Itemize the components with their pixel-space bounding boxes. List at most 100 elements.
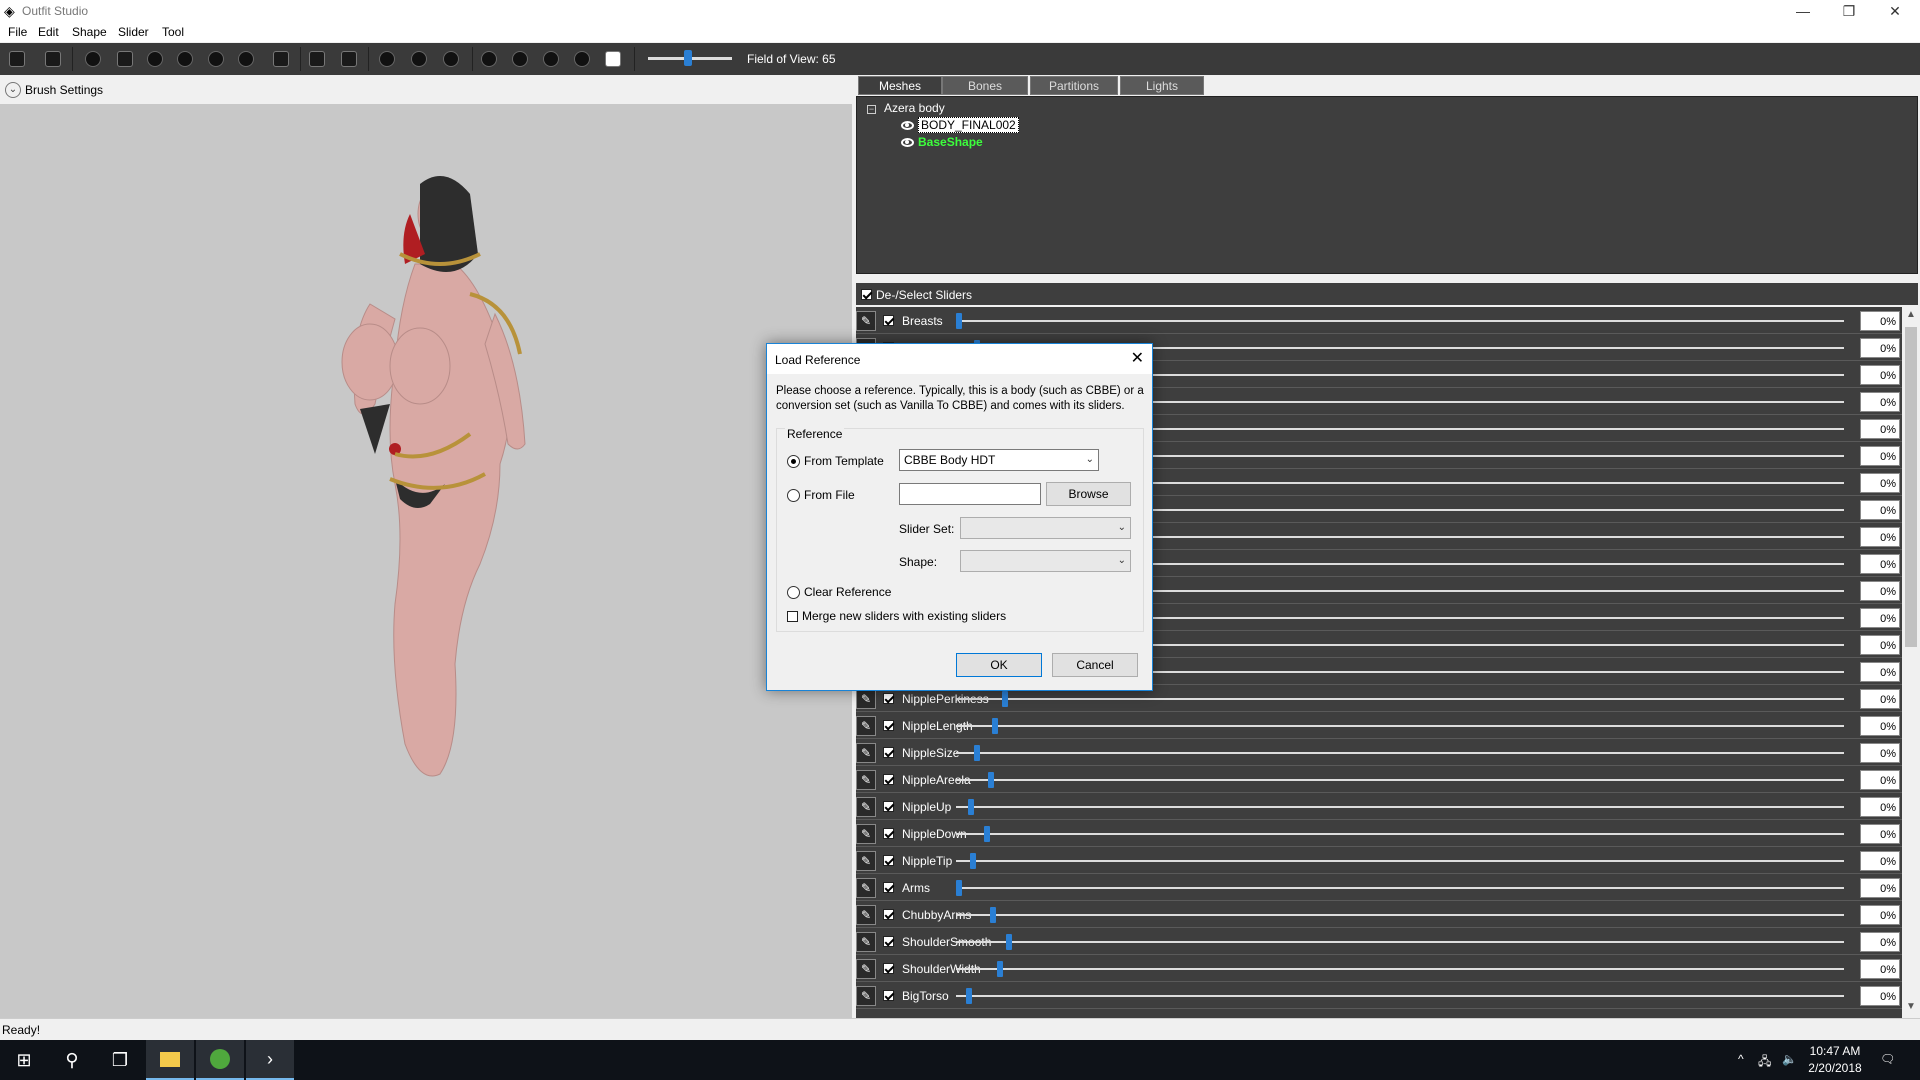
merge-sliders-checkbox[interactable] <box>787 610 798 622</box>
shape-dropdown[interactable]: ⌄ <box>960 550 1131 572</box>
outfit-studio-taskbar-icon[interactable]: › <box>246 1040 294 1080</box>
edit-slider-pen-icon[interactable]: ✎ <box>856 986 876 1006</box>
slider-value-field[interactable]: 0% <box>1860 419 1900 439</box>
slider-knob[interactable] <box>991 718 998 734</box>
slider-value-field[interactable]: 0% <box>1860 554 1900 574</box>
slider-track[interactable] <box>956 968 1844 970</box>
slider-value-field[interactable]: 0% <box>1860 365 1900 385</box>
tree-root[interactable]: − Azera body <box>867 101 945 115</box>
slider-value-field[interactable]: 0% <box>1860 662 1900 682</box>
slider-value-field[interactable]: 0% <box>1860 500 1900 520</box>
slider-checkbox[interactable] <box>883 720 894 731</box>
search-icon[interactable]: ⚲ <box>48 1040 96 1080</box>
slider-checkbox[interactable] <box>883 963 894 974</box>
clear-reference-option[interactable]: Clear Reference <box>787 585 891 599</box>
slider-track[interactable] <box>956 779 1844 781</box>
x-mirror-icon[interactable] <box>374 47 400 71</box>
slider-checkbox[interactable] <box>883 855 894 866</box>
from-file-radio[interactable] <box>787 488 800 502</box>
menu-shape[interactable]: Shape <box>72 25 107 39</box>
close-button[interactable]: ✕ <box>1872 0 1918 22</box>
slider-knob[interactable] <box>989 907 996 923</box>
pen-tool-icon[interactable] <box>336 47 362 71</box>
slider-scrollbar[interactable]: ▲ ▼ <box>1902 307 1920 1018</box>
edit-slider-pen-icon[interactable]: ✎ <box>856 797 876 817</box>
slider-track[interactable] <box>956 914 1844 916</box>
slider-value-field[interactable]: 0% <box>1860 473 1900 493</box>
rotate-tool-icon[interactable] <box>304 47 330 71</box>
slider-value-field[interactable]: 0% <box>1860 797 1900 817</box>
from-file-option[interactable]: From File <box>787 488 855 502</box>
menu-slider[interactable]: Slider <box>118 25 149 39</box>
slider-checkbox[interactable] <box>883 747 894 758</box>
tab-bones[interactable]: Bones <box>942 76 1028 95</box>
task-view-icon[interactable]: ❐ <box>96 1040 144 1080</box>
slider-checkbox[interactable] <box>883 774 894 785</box>
slider-track[interactable] <box>956 833 1844 835</box>
slider-checkbox[interactable] <box>883 936 894 947</box>
slider-value-field[interactable]: 0% <box>1860 932 1900 952</box>
slider-track[interactable] <box>956 860 1844 862</box>
slider-checkbox[interactable] <box>883 828 894 839</box>
slider-value-field[interactable]: 0% <box>1860 311 1900 331</box>
view-left-icon[interactable] <box>538 47 564 71</box>
deflate-brush-icon[interactable] <box>172 47 198 71</box>
slider-value-field[interactable]: 0% <box>1860 743 1900 763</box>
slider-checkbox[interactable] <box>883 801 894 812</box>
browse-button[interactable]: Browse <box>1046 482 1131 506</box>
perspective-icon[interactable] <box>600 47 626 71</box>
tab-lights[interactable]: Lights <box>1120 76 1204 95</box>
clear-reference-radio[interactable] <box>787 585 800 599</box>
edit-slider-pen-icon[interactable]: ✎ <box>856 905 876 925</box>
slider-knob[interactable] <box>996 961 1003 977</box>
network-icon[interactable]: 🖧 <box>1758 1052 1771 1073</box>
view-front-icon[interactable] <box>476 47 502 71</box>
weight-brush-icon[interactable] <box>268 47 294 71</box>
slider-checkbox[interactable] <box>883 315 894 326</box>
file-path-input[interactable] <box>899 483 1041 505</box>
global-brush-icon[interactable] <box>438 47 464 71</box>
slider-checkbox[interactable] <box>883 882 894 893</box>
slider-value-field[interactable]: 0% <box>1860 959 1900 979</box>
view-back-icon[interactable] <box>507 47 533 71</box>
cancel-button[interactable]: Cancel <box>1052 653 1138 677</box>
tray-expand-icon[interactable]: ^ <box>1738 1052 1744 1066</box>
transform-tool-icon[interactable] <box>40 47 66 71</box>
3d-viewport[interactable] <box>0 104 852 1018</box>
app-launcher-icon[interactable] <box>196 1040 244 1080</box>
slider-knob[interactable] <box>1005 934 1012 950</box>
edit-slider-pen-icon[interactable]: ✎ <box>856 716 876 736</box>
slider-track[interactable] <box>956 941 1844 943</box>
slider-value-field[interactable]: 0% <box>1860 716 1900 736</box>
slider-knob[interactable] <box>987 772 994 788</box>
merge-sliders-option[interactable]: Merge new sliders with existing sliders <box>787 609 1006 623</box>
slider-value-field[interactable]: 0% <box>1860 581 1900 601</box>
slider-value-field[interactable]: 0% <box>1860 527 1900 547</box>
menu-tool[interactable]: Tool <box>162 25 184 39</box>
edit-slider-pen-icon[interactable]: ✎ <box>856 932 876 952</box>
fov-slider-knob[interactable] <box>684 50 692 66</box>
slider-checkbox[interactable] <box>883 909 894 920</box>
template-dropdown[interactable]: CBBE Body HDT ⌄ <box>899 449 1099 471</box>
minimize-button[interactable]: — <box>1780 0 1826 22</box>
menu-file[interactable]: File <box>8 25 27 39</box>
restore-button[interactable]: ❐ <box>1826 0 1872 22</box>
slider-knob[interactable] <box>973 745 980 761</box>
eye-icon[interactable] <box>901 120 914 130</box>
slider-track[interactable] <box>956 887 1844 889</box>
mesh-item[interactable]: BaseShape <box>901 135 983 149</box>
slider-value-field[interactable]: 0% <box>1860 905 1900 925</box>
chevron-down-icon[interactable]: ⌄ <box>5 82 21 98</box>
slider-track[interactable] <box>956 320 1844 322</box>
slider-track[interactable] <box>956 806 1844 808</box>
clock[interactable]: 10:47 AM 2/20/2018 <box>1800 1043 1870 1077</box>
collapse-icon[interactable]: − <box>867 105 876 114</box>
slider-knob[interactable] <box>968 799 975 815</box>
edit-slider-pen-icon[interactable]: ✎ <box>856 824 876 844</box>
mask-brush-icon[interactable] <box>80 47 106 71</box>
inflate-brush-icon[interactable] <box>142 47 168 71</box>
slider-set-dropdown[interactable]: ⌄ <box>960 517 1131 539</box>
edit-slider-pen-icon[interactable]: ✎ <box>856 770 876 790</box>
edit-slider-pen-icon[interactable]: ✎ <box>856 743 876 763</box>
slider-track[interactable] <box>956 725 1844 727</box>
